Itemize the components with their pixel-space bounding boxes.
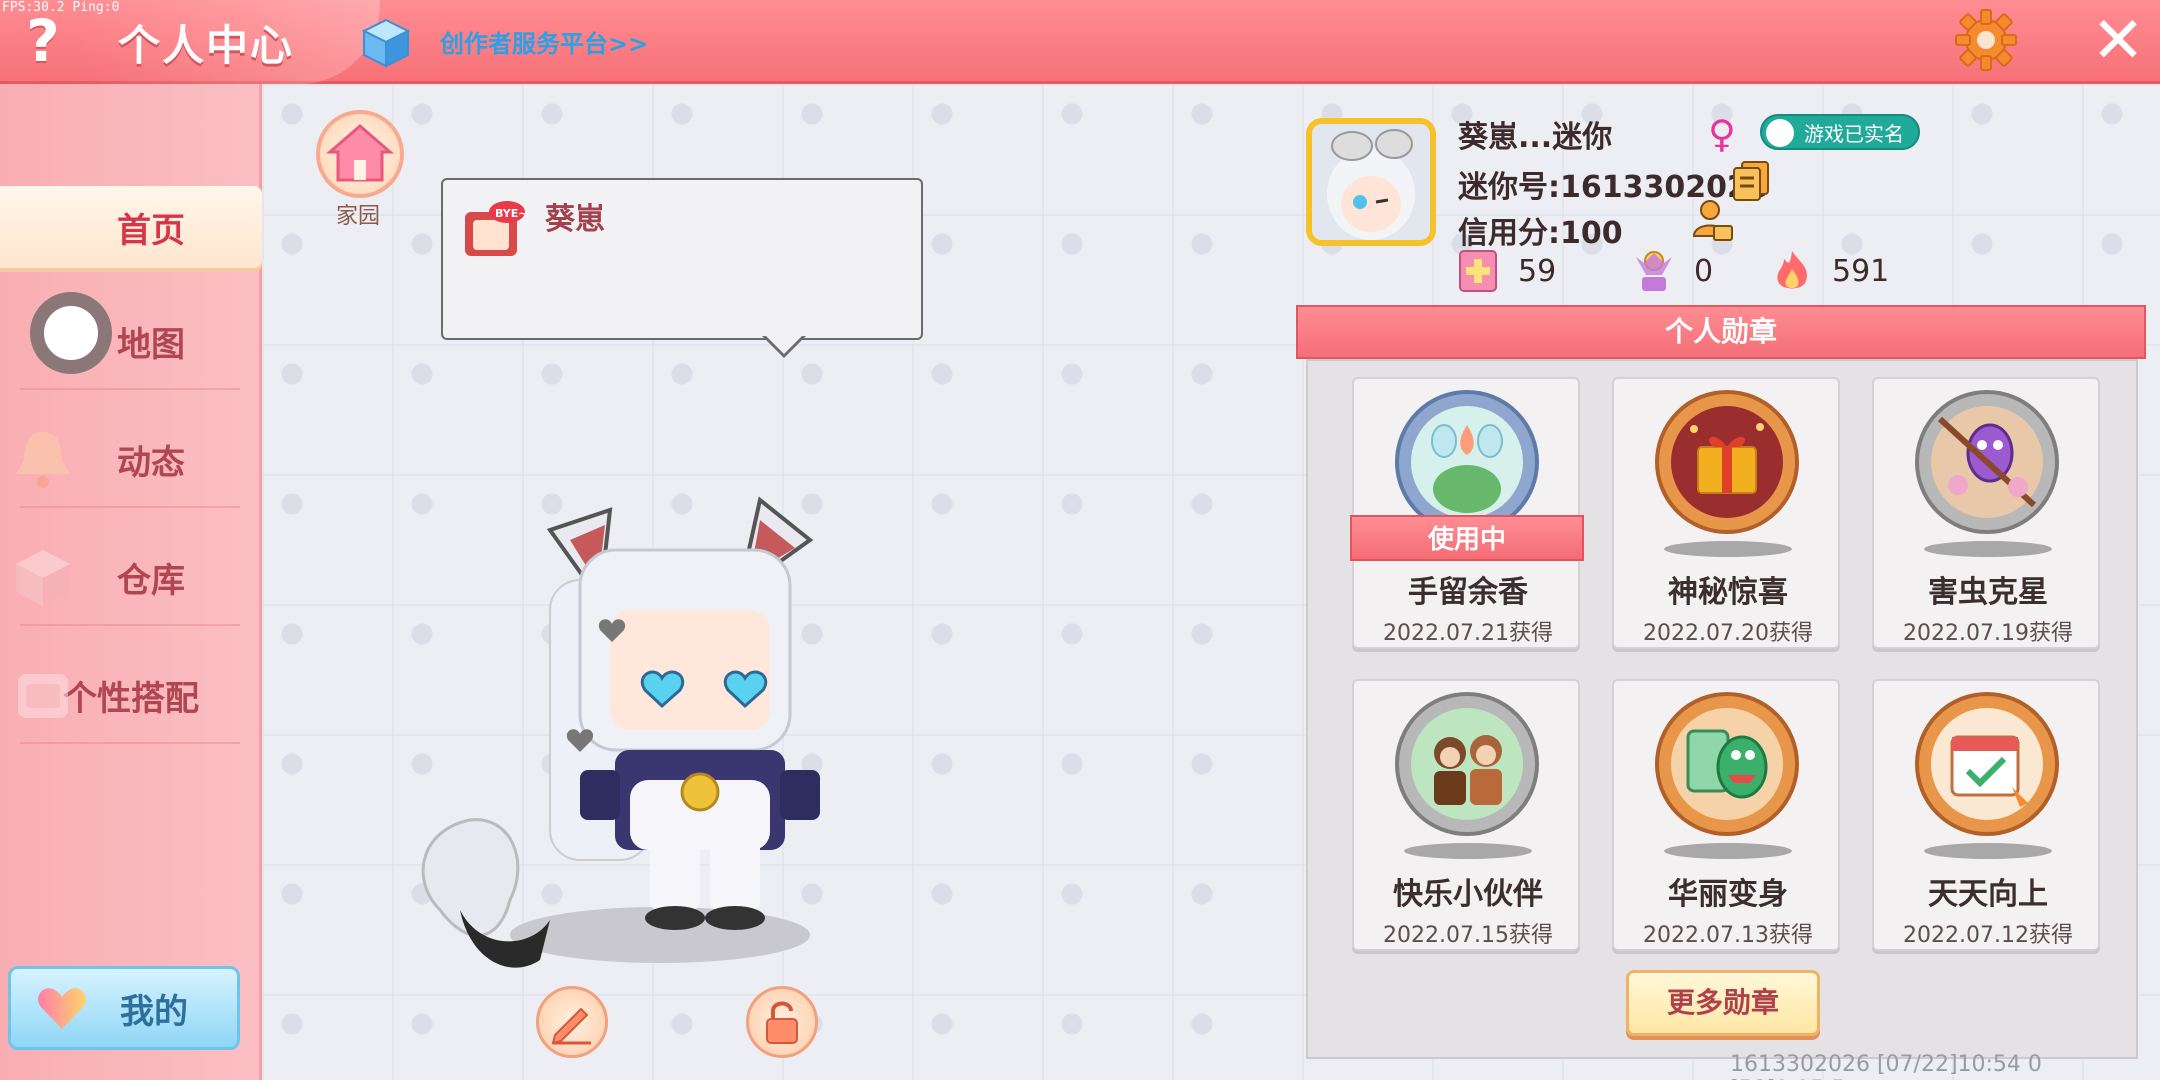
badge-shadow	[1404, 843, 1532, 859]
page-title: 个人中心	[118, 21, 295, 70]
mine-label: 我的	[120, 991, 188, 1032]
svg-text:BYE~: BYE~	[495, 207, 527, 220]
realname-badge-label: 游戏已实名	[1804, 122, 1904, 146]
badge-date: 2022.07.21获得	[1383, 621, 1553, 646]
creator-platform-link[interactable]: 创作者服务平台>>	[440, 24, 648, 59]
realname-badge[interactable]: 游戏已实名	[1760, 114, 1920, 150]
badge-name: 神秘惊喜	[1668, 575, 1788, 610]
badge-shadow	[1664, 541, 1792, 557]
sidebar-item-home[interactable]: 首页	[0, 186, 262, 268]
sidebar-item-label: 个性搭配	[63, 678, 199, 719]
sidebar: 首页 地图 动态 仓库 个性搭配 我的	[0, 84, 262, 1080]
sidebar-item-label: 动态	[117, 442, 185, 483]
sidebar-item-label: 首页	[117, 210, 185, 251]
bubble-player-name: 葵崽	[545, 202, 605, 237]
close-button[interactable]: ✕	[2086, 6, 2150, 76]
sidebar-item-storage[interactable]: 仓库	[0, 518, 262, 636]
footer-info: 1613302026 [07/22]10:54 0 [58]1.15.5	[1730, 1052, 2042, 1080]
badge-card[interactable]: 使用中 手留余香 2022.07.21获得	[1350, 377, 1584, 649]
stat-fans: 0	[1632, 246, 1713, 296]
copy-icon[interactable]	[1732, 160, 1770, 202]
badge-name: 华丽变身	[1668, 877, 1788, 912]
sidebar-item-label: 地图	[117, 324, 185, 365]
more-badges-button[interactable]: 更多勋章	[1626, 970, 1820, 1036]
stat-value: 59	[1518, 253, 1557, 289]
divider	[20, 624, 240, 626]
happy-buddy-medal-icon	[1395, 692, 1539, 836]
badge-card[interactable]: 华丽变身 2022.07.13获得	[1612, 679, 1840, 951]
female-icon: ♀	[1708, 112, 1736, 156]
homeland-label: 家园	[336, 204, 381, 229]
divider	[20, 506, 240, 508]
sidebar-item-feed[interactable]: 动态	[0, 400, 262, 518]
badge-date: 2022.07.13获得	[1643, 923, 1813, 948]
heart-icon	[38, 988, 86, 1029]
mine-button[interactable]: 我的	[8, 966, 240, 1050]
speech-bubble: BYE~ 葵崽	[441, 178, 923, 340]
stat-value: 591	[1832, 253, 1890, 289]
flame-icon	[1777, 251, 1807, 289]
pest-buster-medal-icon	[1915, 390, 2059, 534]
person-card-icon[interactable]	[1690, 198, 1734, 242]
transformation-medal-icon	[1655, 692, 1799, 836]
badge-card[interactable]: 害虫克星 2022.07.19获得	[1872, 377, 2100, 649]
badge-card[interactable]: 神秘惊喜 2022.07.20获得	[1612, 377, 1840, 649]
avatar-portrait	[1312, 124, 1430, 240]
divider	[20, 742, 240, 744]
lock-icon	[766, 1001, 798, 1044]
bubble-tail-inner	[764, 334, 804, 354]
stat-popularity: 591	[1770, 246, 1889, 296]
badge-date: 2022.07.20获得	[1643, 621, 1813, 646]
verified-user-icon	[1766, 119, 1794, 147]
badge-date: 2022.07.12获得	[1903, 923, 2073, 948]
trophy-person-icon	[1636, 251, 1672, 291]
daily-progress-medal-icon	[1915, 692, 2059, 836]
gear-icon[interactable]	[1954, 8, 2018, 72]
badge-card[interactable]: 天天向上 2022.07.12获得	[1872, 679, 2100, 951]
cube-icon[interactable]	[362, 18, 410, 68]
stat-likes: 59	[1456, 246, 1556, 296]
badge-name: 手留余香	[1408, 575, 1528, 610]
divider	[20, 388, 240, 390]
badges-panel: 使用中 手留余香 2022.07.21获得 神秘惊喜 2022.07.20获得 …	[1306, 359, 2138, 1059]
homeland-button[interactable]	[316, 110, 404, 198]
badge-shadow	[1924, 541, 2052, 557]
help-button[interactable]: ?	[18, 10, 68, 72]
edit-button[interactable]	[536, 986, 608, 1058]
badge-name: 害虫克星	[1928, 575, 2048, 610]
badges-header: 个人勋章	[1296, 305, 2146, 359]
box-icon	[16, 550, 70, 606]
pencil-icon	[551, 1007, 591, 1045]
fps-readout: FPS:30.2 Ping:0	[2, 0, 120, 15]
outfit-icon	[18, 674, 68, 718]
lock-button[interactable]	[746, 986, 818, 1058]
badge-date: 2022.07.15获得	[1383, 923, 1553, 948]
player-character[interactable]	[400, 480, 860, 1000]
bye-avatar-icon: BYE~	[465, 201, 527, 256]
hand-fragrance-medal-icon	[1395, 390, 1539, 534]
badge-in-use-label: 使用中	[1350, 515, 1584, 561]
badge-date: 2022.07.19获得	[1903, 621, 2073, 646]
stat-value: 0	[1694, 253, 1714, 289]
username: 葵崽...迷你	[1458, 120, 1613, 155]
sidebar-item-label: 仓库	[117, 560, 185, 601]
house-icon	[325, 124, 395, 182]
badge-shadow	[1664, 843, 1792, 859]
plus-card-icon	[1459, 250, 1497, 292]
bell-icon	[16, 432, 70, 488]
badge-name: 快乐小伙伴	[1393, 877, 1543, 912]
top-bar: ? 个人中心 创作者服务平台>> ✕	[0, 0, 2160, 84]
gift-medal-icon	[1655, 390, 1799, 534]
badge-name: 天天向上	[1928, 877, 2048, 912]
floating-assist-button[interactable]	[30, 292, 112, 374]
badge-shadow	[1924, 843, 2052, 859]
badge-card[interactable]: 快乐小伙伴 2022.07.15获得	[1352, 679, 1580, 951]
sidebar-item-outfit[interactable]: 个性搭配	[0, 636, 262, 754]
avatar[interactable]	[1306, 118, 1436, 246]
